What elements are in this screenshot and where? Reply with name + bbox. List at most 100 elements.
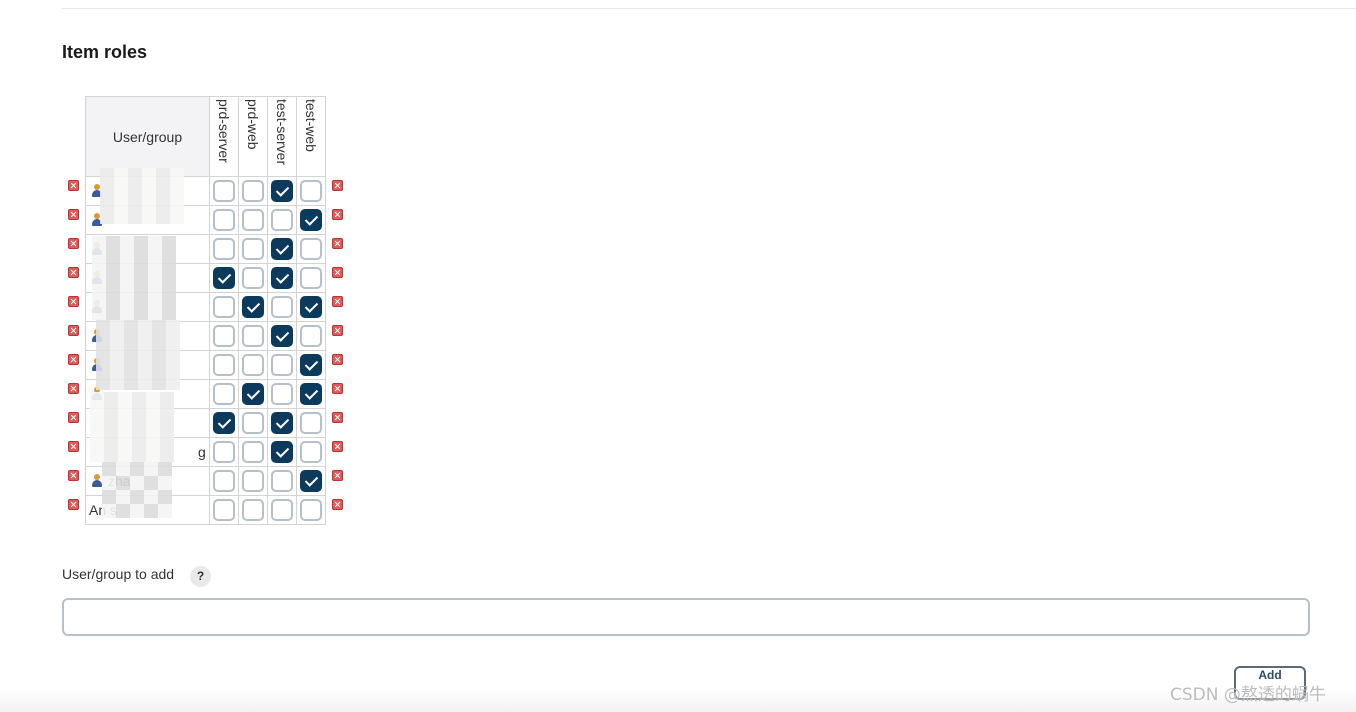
role-cell-test-web <box>296 495 326 525</box>
role-checkbox-checked[interactable] <box>242 383 264 405</box>
role-checkbox[interactable] <box>271 499 293 521</box>
role-checkbox[interactable] <box>242 238 264 260</box>
user-icon <box>92 213 102 226</box>
usergroup-name: g <box>198 444 206 460</box>
delete-x-icon[interactable] <box>332 383 343 394</box>
usergroup-cell <box>85 292 210 322</box>
role-checkbox[interactable] <box>213 470 235 492</box>
role-checkbox[interactable] <box>242 180 264 202</box>
role-checkbox-checked[interactable] <box>271 325 293 347</box>
role-checkbox[interactable] <box>300 180 322 202</box>
role-checkbox[interactable] <box>242 499 264 521</box>
role-cell-test-web <box>296 350 326 380</box>
role-checkbox[interactable] <box>242 354 264 376</box>
role-checkbox-checked[interactable] <box>242 296 264 318</box>
delete-x-icon[interactable] <box>68 325 79 336</box>
role-checkbox-checked[interactable] <box>300 354 322 376</box>
role-cell-prd-server <box>209 292 239 322</box>
table-row <box>85 205 326 235</box>
role-checkbox[interactable] <box>213 238 235 260</box>
role-checkbox[interactable] <box>300 441 322 463</box>
role-checkbox[interactable] <box>213 499 235 521</box>
table-row <box>85 176 326 206</box>
role-header-prd-server: prd-server <box>209 96 239 177</box>
role-cell-prd-web <box>238 263 268 293</box>
role-cell-prd-web <box>238 234 268 264</box>
delete-x-icon[interactable] <box>332 441 343 452</box>
role-checkbox-checked[interactable] <box>271 180 293 202</box>
role-checkbox-checked[interactable] <box>271 412 293 434</box>
role-cell-test-web <box>296 263 326 293</box>
role-checkbox[interactable] <box>300 238 322 260</box>
role-checkbox[interactable] <box>242 267 264 289</box>
top-divider <box>62 8 1356 9</box>
role-checkbox[interactable] <box>213 383 235 405</box>
delete-x-icon[interactable] <box>68 354 79 365</box>
role-checkbox[interactable] <box>300 499 322 521</box>
role-checkbox[interactable] <box>300 412 322 434</box>
role-checkbox[interactable] <box>213 325 235 347</box>
role-checkbox-checked[interactable] <box>271 441 293 463</box>
usergroup-cell <box>85 205 210 235</box>
delete-x-icon[interactable] <box>332 354 343 365</box>
delete-x-icon[interactable] <box>332 180 343 191</box>
delete-x-icon[interactable] <box>68 441 79 452</box>
role-label: test-server <box>274 99 290 166</box>
delete-x-icon[interactable] <box>332 499 343 510</box>
delete-x-icon[interactable] <box>68 267 79 278</box>
role-checkbox[interactable] <box>213 441 235 463</box>
role-checkbox-checked[interactable] <box>300 383 322 405</box>
role-checkbox[interactable] <box>271 383 293 405</box>
delete-x-icon[interactable] <box>332 325 343 336</box>
role-cell-prd-server <box>209 205 239 235</box>
role-cell-test-web <box>296 176 326 206</box>
delete-x-icon[interactable] <box>332 209 343 220</box>
role-checkbox-checked[interactable] <box>300 209 322 231</box>
role-checkbox[interactable] <box>213 296 235 318</box>
role-checkbox-checked[interactable] <box>300 470 322 492</box>
role-checkbox[interactable] <box>271 209 293 231</box>
table-row: An s <box>85 495 326 525</box>
usergroup-name: An s <box>89 502 118 518</box>
role-checkbox[interactable] <box>242 325 264 347</box>
role-checkbox[interactable] <box>242 412 264 434</box>
role-checkbox-checked[interactable] <box>213 412 235 434</box>
role-checkbox[interactable] <box>300 267 322 289</box>
header-row: User/group prd-server prd-web test-serve… <box>85 96 326 177</box>
add-button[interactable]: Add <box>1234 666 1306 700</box>
role-checkbox[interactable] <box>213 180 235 202</box>
role-checkbox[interactable] <box>271 470 293 492</box>
delete-x-icon[interactable] <box>332 238 343 249</box>
role-cell-test-web <box>296 321 326 351</box>
delete-x-icon[interactable] <box>68 412 79 423</box>
usergroup-cell <box>85 176 210 206</box>
role-checkbox-checked[interactable] <box>271 238 293 260</box>
add-usergroup-input[interactable] <box>62 598 1310 636</box>
help-icon[interactable]: ? <box>190 566 211 587</box>
role-checkbox-checked[interactable] <box>271 267 293 289</box>
role-checkbox[interactable] <box>271 296 293 318</box>
delete-x-icon[interactable] <box>332 267 343 278</box>
usergroup-cell <box>85 379 210 409</box>
role-checkbox[interactable] <box>242 441 264 463</box>
role-checkbox-checked[interactable] <box>213 267 235 289</box>
usergroup-cell <box>85 234 210 264</box>
role-checkbox[interactable] <box>271 354 293 376</box>
role-checkbox[interactable] <box>242 209 264 231</box>
role-cell-prd-server <box>209 321 239 351</box>
role-checkbox-checked[interactable] <box>300 296 322 318</box>
delete-x-icon[interactable] <box>68 238 79 249</box>
delete-x-icon[interactable] <box>332 296 343 307</box>
delete-x-icon[interactable] <box>68 383 79 394</box>
delete-x-icon[interactable] <box>68 296 79 307</box>
delete-x-icon[interactable] <box>68 209 79 220</box>
delete-x-icon[interactable] <box>68 470 79 481</box>
delete-x-icon[interactable] <box>68 499 79 510</box>
role-checkbox[interactable] <box>242 470 264 492</box>
role-checkbox[interactable] <box>300 325 322 347</box>
delete-x-icon[interactable] <box>68 180 79 191</box>
role-checkbox[interactable] <box>213 354 235 376</box>
role-checkbox[interactable] <box>213 209 235 231</box>
delete-x-icon[interactable] <box>332 412 343 423</box>
delete-x-icon[interactable] <box>332 470 343 481</box>
